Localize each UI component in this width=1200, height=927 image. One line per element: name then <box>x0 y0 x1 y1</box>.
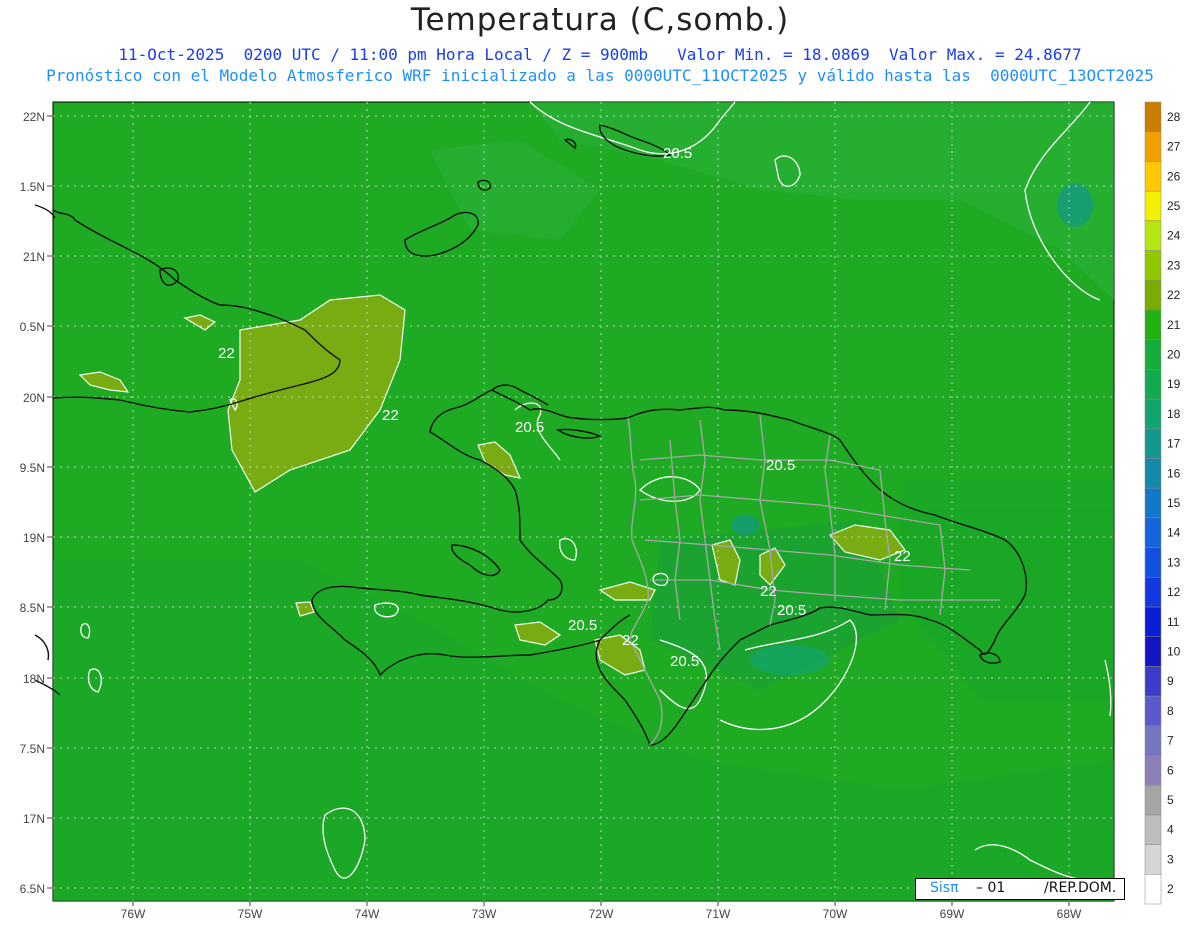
legend-swatch <box>1144 190 1162 222</box>
legend-label: 23 <box>1167 258 1181 272</box>
legend-label: 9 <box>1167 674 1174 688</box>
contour-label: 20.5 <box>663 145 692 162</box>
legend-swatch <box>1144 874 1162 905</box>
legend-swatch <box>1144 161 1162 192</box>
lon-label: 72W <box>589 907 614 921</box>
lon-label: 71W <box>706 907 731 921</box>
legend-swatch <box>1144 428 1162 459</box>
legend-label: 18 <box>1167 407 1181 421</box>
legend-swatch <box>1144 547 1162 578</box>
legend-swatch <box>1144 666 1162 697</box>
legend-swatch <box>1144 844 1162 875</box>
legend-label: 21 <box>1167 318 1181 332</box>
brand-label: Sisπ <box>930 880 959 896</box>
legend-swatch <box>1144 398 1162 429</box>
contour-label: 22 <box>760 583 777 600</box>
contour-label: 20.5 <box>777 602 806 619</box>
legend-swatch <box>1144 487 1162 519</box>
contour-label: 20.5 <box>515 419 544 436</box>
legend-swatch <box>1144 279 1162 311</box>
legend-swatch <box>1144 309 1162 340</box>
legend-label: 28 <box>1167 110 1181 124</box>
lat-label: 6.5N <box>20 882 45 896</box>
cool-spot <box>750 645 830 675</box>
legend-label: 24 <box>1167 229 1181 243</box>
legend-label: 17 <box>1167 437 1181 451</box>
legend-swatch <box>1144 250 1162 281</box>
legend-label: 3 <box>1167 852 1174 866</box>
legend-swatch <box>1144 695 1162 727</box>
legend-label: 27 <box>1167 140 1181 154</box>
contour-label: 22 <box>894 548 911 565</box>
contour-label: 22 <box>382 407 399 424</box>
lat-label: 20N <box>23 391 45 405</box>
legend-label: 6 <box>1167 763 1174 777</box>
legend-swatch <box>1144 755 1162 786</box>
cool-spot <box>731 515 759 535</box>
legend-label: 19 <box>1167 377 1181 391</box>
legend-label: 12 <box>1167 585 1181 599</box>
legend-label: 2 <box>1167 882 1174 896</box>
legend-label: 5 <box>1167 793 1174 807</box>
lat-label: 21N <box>23 250 45 264</box>
legend-label: 13 <box>1167 555 1181 569</box>
lon-ticks <box>132 901 1070 906</box>
legend-label: 22 <box>1167 288 1181 302</box>
lon-label: 76W <box>121 907 146 921</box>
lat-label: 8.5N <box>20 601 45 615</box>
legend-label: 7 <box>1167 734 1174 748</box>
legend-swatch <box>1144 606 1162 637</box>
lon-label: 68W <box>1057 907 1082 921</box>
contour-label: 20.5 <box>670 653 699 670</box>
lat-ticks <box>47 115 53 889</box>
legend-label: 14 <box>1167 526 1181 540</box>
legend-swatch <box>1144 339 1162 370</box>
color-legend: 2345678910111213141516171819202122232425… <box>1144 101 1181 905</box>
legend-label: 8 <box>1167 704 1174 718</box>
legend-swatch <box>1144 577 1162 608</box>
contour-label: 22 <box>622 632 639 649</box>
legend-label: 10 <box>1167 645 1181 659</box>
legend-swatch <box>1144 636 1162 667</box>
lat-label: 22N <box>23 110 45 124</box>
legend-label: 25 <box>1167 199 1181 213</box>
legend-label: 20 <box>1167 347 1181 361</box>
lat-label: 19N <box>23 531 45 545</box>
contour-label: 20.5 <box>766 457 795 474</box>
lat-label: 0.5N <box>20 320 45 334</box>
legend-swatch <box>1144 725 1162 756</box>
lon-label: 70W <box>823 907 848 921</box>
cool-spot <box>1057 183 1093 227</box>
legend-swatch <box>1144 369 1162 400</box>
legend-swatch <box>1144 101 1162 132</box>
legend-swatch <box>1144 131 1162 162</box>
legend-label: 15 <box>1167 496 1181 510</box>
region-label: /REP.DOM. <box>1044 880 1117 896</box>
legend-swatch <box>1144 517 1162 548</box>
contour-label: 20.5 <box>568 617 597 634</box>
legend-swatch <box>1144 220 1162 251</box>
lon-label: 74W <box>355 907 380 921</box>
lon-label: 69W <box>940 907 965 921</box>
legend-label: 4 <box>1167 823 1174 837</box>
lon-axis: 76W 75W 74W 73W 72W 71W 70W 69W 68W <box>121 907 1082 921</box>
contour-label: 22 <box>218 345 235 362</box>
lat-label: 7.5N <box>20 742 45 756</box>
lat-axis: 22N 1.5N 21N 0.5N 20N 9.5N 19N 8.5N 18N … <box>20 110 45 896</box>
legend-swatch <box>1144 458 1162 489</box>
legend-swatch <box>1144 814 1162 845</box>
temperature-map: 20.5 22 22 20.5 20.5 22 22 20.5 20.5 22 … <box>20 101 1181 921</box>
legend-label: 11 <box>1167 615 1180 629</box>
footer-badge: Sisπ – 01 /REP.DOM. <box>915 878 1125 900</box>
lat-label: 18N <box>23 672 45 686</box>
lat-label: 9.5N <box>20 461 45 475</box>
legend-swatch <box>1144 784 1162 816</box>
legend-label: 16 <box>1167 466 1181 480</box>
lat-label: 1.5N <box>20 180 45 194</box>
lon-label: 75W <box>238 907 263 921</box>
lon-label: 73W <box>472 907 497 921</box>
run-code: – 01 <box>976 880 1006 896</box>
lat-label: 17N <box>23 812 45 826</box>
legend-label: 26 <box>1167 169 1181 183</box>
